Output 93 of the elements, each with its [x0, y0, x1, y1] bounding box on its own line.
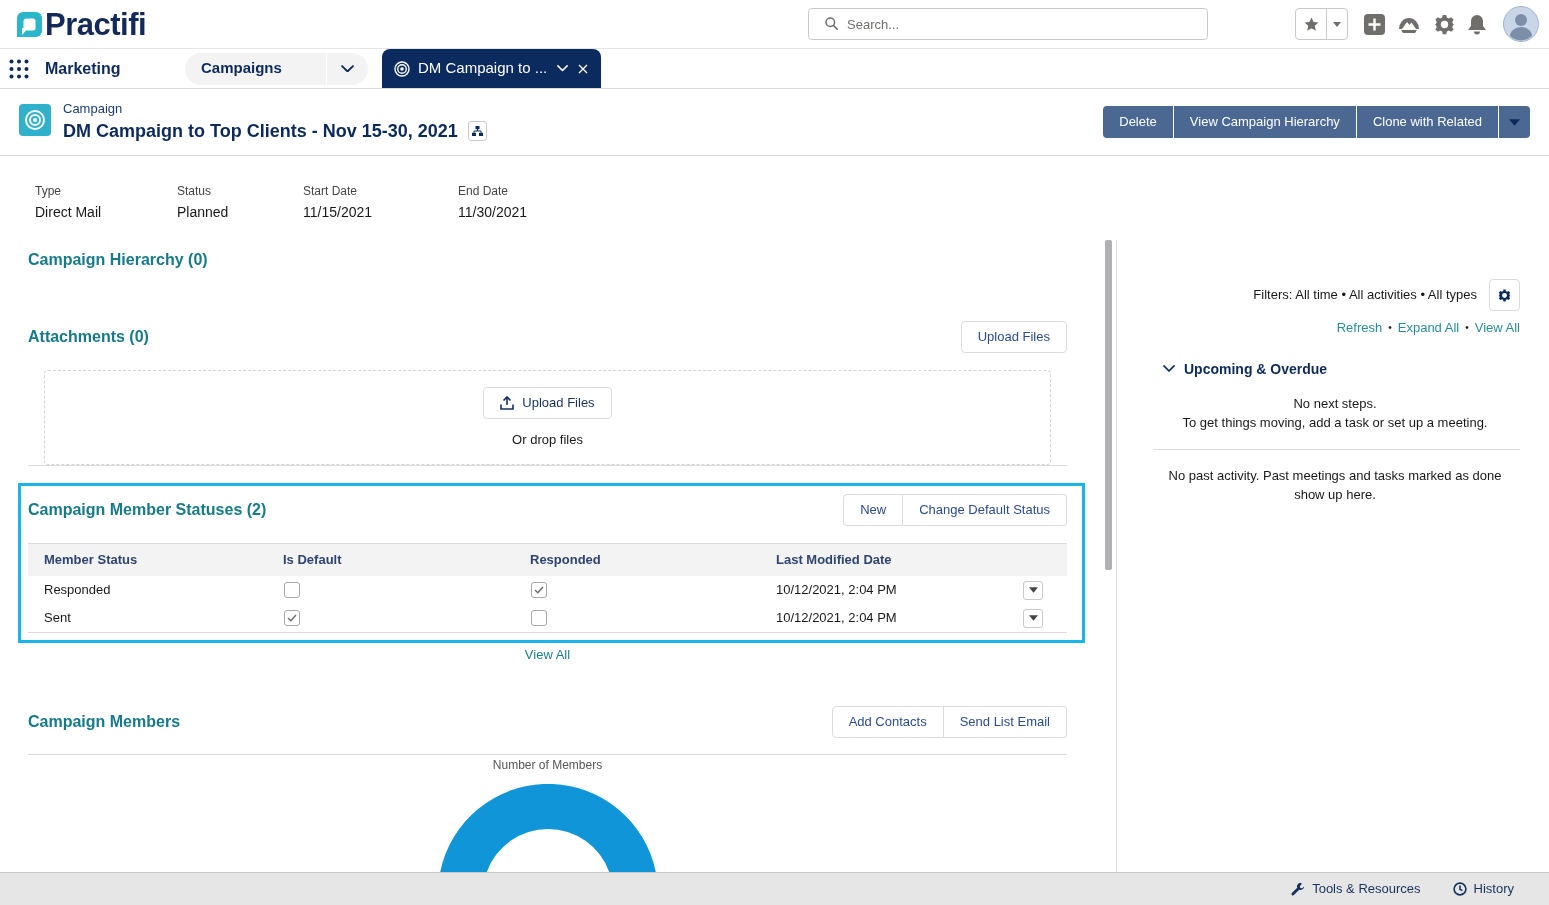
empty-state-text: To get things moving, add a task or set up a meeting.	[1182, 414, 1488, 432]
utility-bar-item[interactable]: History	[1452, 879, 1514, 899]
activity-link[interactable]: Expand All	[1397, 319, 1460, 337]
caret-icon	[1028, 615, 1038, 621]
field-label: Start Date	[303, 183, 358, 199]
header-button[interactable]: Add Contacts	[831, 706, 944, 738]
drop-hint: Or drop files	[512, 431, 583, 449]
action-button[interactable]: View Campaign Hierarchy	[1173, 106, 1356, 138]
separator: •	[1465, 321, 1469, 335]
activity-link[interactable]: View All	[1474, 319, 1520, 337]
action-button[interactable]: Clone with Related	[1356, 106, 1498, 138]
target-icon	[19, 104, 51, 136]
view-all-link[interactable]: View All	[524, 646, 571, 664]
field-label: Status	[177, 183, 212, 199]
search-icon	[825, 17, 838, 30]
target-icon	[394, 60, 410, 77]
table-cell-text: 10/12/2021, 2:04 PM	[776, 609, 897, 628]
action-button[interactable]: Delete	[1103, 106, 1173, 138]
search-field[interactable]: Search...	[808, 8, 1208, 40]
header-button[interactable]: New	[843, 494, 904, 526]
section-title: Campaign Hierarchy (0)	[28, 250, 208, 270]
empty-state-text: No next steps.	[1293, 395, 1377, 413]
bell-icon	[1467, 13, 1487, 35]
tab-menu-button[interactable]	[327, 52, 368, 85]
activity-link[interactable]: Refresh	[1336, 319, 1383, 337]
checkbox[interactable]	[531, 582, 547, 598]
filter-settings-button[interactable]	[1489, 279, 1520, 311]
wrench-icon	[1291, 882, 1306, 896]
upload-files-button[interactable]: Upload Files	[483, 387, 612, 419]
section-toggle[interactable]: Upcoming & Overdue	[1163, 359, 1328, 379]
notifications-button[interactable]	[1467, 13, 1487, 35]
avatar-icon	[1503, 6, 1539, 42]
utility-bar-item[interactable]: Tools & Resources	[1291, 879, 1421, 899]
column-header[interactable]: Responded	[530, 550, 601, 570]
column-header[interactable]: Is Default	[283, 550, 342, 570]
chevron-down-icon	[341, 64, 354, 73]
header-button[interactable]: Send List Email	[943, 706, 1067, 738]
field-value: Direct Mail	[35, 203, 102, 222]
close-icon	[578, 63, 588, 74]
caret-icon	[1333, 21, 1341, 27]
table-cell-text: 10/12/2021, 2:04 PM	[776, 581, 897, 600]
record-title: DM Campaign to Top Clients - Nov 15-30, 2021	[63, 120, 458, 143]
section-title: Attachments (0)	[28, 327, 149, 347]
object-label: Campaign	[63, 101, 123, 117]
field-value: 11/30/2021	[458, 203, 528, 222]
chevron-down-icon	[556, 65, 568, 72]
app-launcher-button[interactable]	[9, 58, 29, 79]
header-button[interactable]: Change Default Status	[903, 494, 1067, 526]
hierarchy-button[interactable]	[467, 121, 487, 141]
add-button[interactable]	[1364, 13, 1385, 35]
scrollbar[interactable]	[1105, 240, 1112, 570]
section-title: Campaign Members	[28, 712, 181, 732]
section-title: Campaign Member Statuses (2)	[28, 500, 267, 520]
upload-icon	[500, 396, 515, 410]
nav-tab[interactable]: DM Campaign to ...	[382, 49, 601, 88]
more-actions-button[interactable]	[1499, 106, 1530, 138]
separator: •	[1388, 321, 1392, 335]
field-label: Type	[35, 183, 61, 199]
logo-text: Practifi	[45, 8, 147, 40]
table-cell-text: Responded	[44, 581, 111, 600]
table-cell-text: Sent	[44, 609, 71, 628]
row-menu-button[interactable]	[1023, 580, 1043, 600]
field-value: 11/15/2021	[303, 203, 373, 222]
checkbox[interactable]	[531, 610, 547, 626]
avatar-button[interactable]	[1503, 6, 1539, 42]
close-button[interactable]	[577, 62, 589, 75]
caret-icon	[1509, 118, 1520, 126]
field-value: Planned	[177, 203, 229, 222]
field-label: End Date	[458, 183, 509, 199]
empty-state-text: No past activity. Past meetings and tasks marked as done show up here.	[1167, 467, 1503, 504]
logo-mark-icon	[17, 11, 42, 37]
hierarchy-icon	[471, 126, 483, 136]
plus-icon	[1364, 13, 1385, 35]
grid-icon	[9, 58, 29, 79]
column-header[interactable]: Last Modified Date	[776, 550, 892, 570]
chart-title: Number of Members	[492, 757, 603, 773]
star-icon	[1303, 16, 1319, 32]
row-menu-button[interactable]	[1023, 608, 1043, 628]
checkbox[interactable]	[284, 582, 300, 598]
check-icon	[287, 614, 297, 622]
nav-tab[interactable]: Campaigns	[185, 52, 326, 85]
gear-icon	[1434, 13, 1455, 35]
check-icon	[534, 586, 544, 594]
chevron-down-icon	[1163, 365, 1175, 373]
gear-icon	[1498, 288, 1511, 302]
app-name: Marketing	[45, 58, 121, 79]
clock-icon	[1452, 882, 1467, 896]
filters-summary: Filters: All time • All activities • All types	[1253, 286, 1477, 305]
upload-files-button[interactable]: Upload Files	[960, 321, 1067, 353]
checkbox[interactable]	[284, 610, 300, 626]
settings-button[interactable]	[1434, 13, 1455, 35]
caret-icon	[1028, 587, 1038, 593]
column-header[interactable]: Member Status	[44, 550, 138, 570]
